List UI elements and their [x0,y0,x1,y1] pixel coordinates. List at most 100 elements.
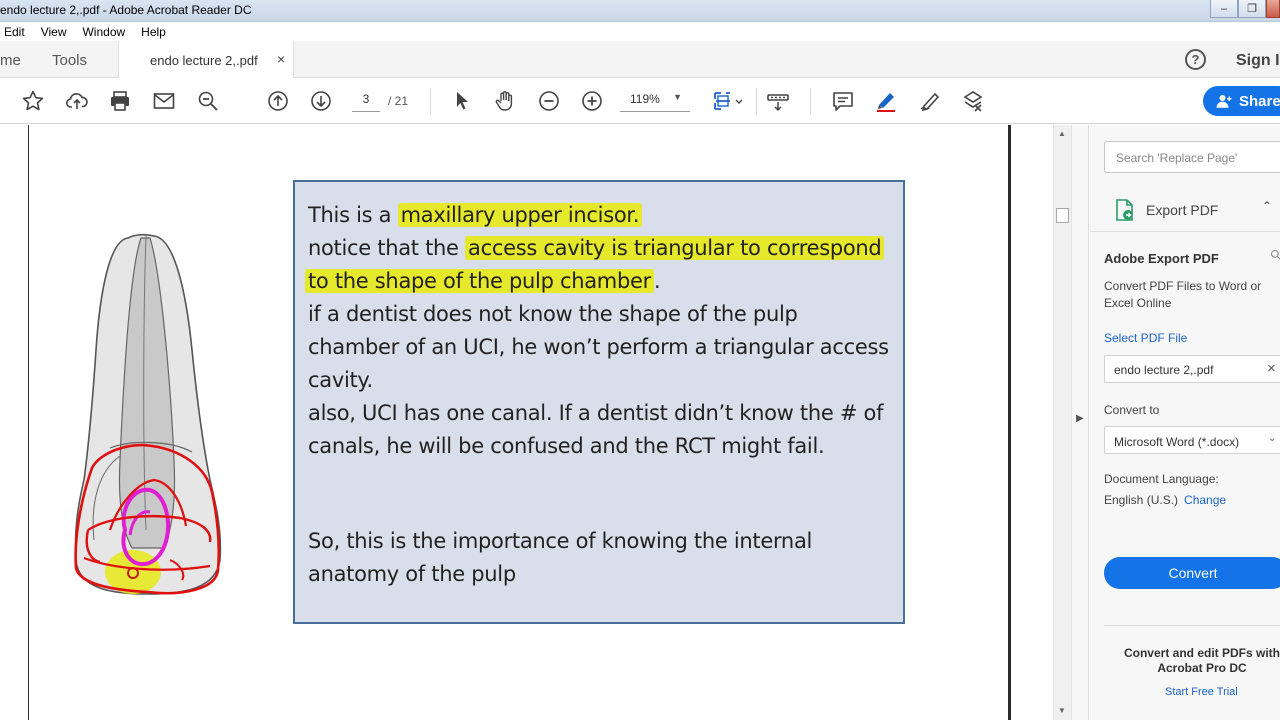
chevron-down-icon: ▼ [673,92,682,102]
restore-button[interactable]: ❐ [1238,0,1266,18]
zoom-out-icon[interactable] [536,88,562,114]
clear-file-icon[interactable]: × [1267,360,1276,377]
slide-line: notice that the access cavity is triangu… [308,232,903,265]
menu-view[interactable]: View [41,25,67,39]
email-icon[interactable] [151,88,177,114]
tab-document[interactable]: endo lecture 2,.pdf × [118,41,294,78]
change-language-link[interactable]: Change [1184,493,1226,507]
export-tool-title: Adobe Export PDF [1104,251,1219,266]
menu-help[interactable]: Help [141,25,166,39]
selected-file-field[interactable]: endo lecture 2,.pdf × [1104,355,1280,383]
zoom-dropdown[interactable]: 119% ▼ [620,92,690,112]
star-icon[interactable] [20,88,46,114]
print-icon[interactable] [107,88,133,114]
scrollbar-thumb[interactable] [1056,208,1069,223]
menu-window[interactable]: Window [82,25,125,39]
divider [1090,231,1280,232]
info-search-icon[interactable] [1270,249,1280,261]
slide-text: chamber of an UCI, he won’t perform a tr… [308,335,889,359]
scroll-down-icon[interactable]: ▼ [1058,706,1066,715]
highlighted-text[interactable]: to the shape of the pulp chamber [305,269,654,293]
tab-document-label: endo lecture 2,.pdf [150,53,258,68]
page-total: / 21 [388,94,409,108]
menu-edit[interactable]: Edit [4,25,25,39]
title-bar: endo lecture 2,.pdf - Adobe Acrobat Read… [0,0,1280,22]
sign-pen-icon[interactable] [917,88,943,114]
vertical-scrollbar[interactable]: ▲ ▼ [1053,125,1071,720]
page-border-left [28,125,29,720]
fit-page-icon[interactable] [710,88,746,114]
slide-text: canals, he will be confused and the RCT … [308,434,825,458]
slide-text: if a dentist does not know the shape of … [308,302,798,326]
export-description: Convert PDF Files to Word or Excel Onlin… [1104,279,1262,310]
document-language-label: Document Language: [1104,472,1219,486]
slide-text: cavity. [308,368,373,392]
upload-cloud-icon[interactable] [64,88,90,114]
chevron-right-icon[interactable]: ▶ [1076,413,1084,424]
slide-text-box: This is a maxillary upper incisor. notic… [293,180,905,624]
tab-bar: me Tools endo lecture 2,.pdf × ? Sign I [0,41,1280,78]
tab-home[interactable]: me [0,52,21,69]
page-number-input[interactable]: 3 [352,92,380,112]
convert-button[interactable]: Convert [1104,557,1280,589]
select-cursor-icon[interactable] [449,88,475,114]
minimize-button[interactable]: – [1210,0,1238,18]
highlight-pen-icon[interactable] [873,88,899,114]
hand-tool-icon[interactable] [492,88,518,114]
export-pdf-title: Export PDF [1146,202,1219,218]
comment-icon[interactable] [830,88,856,114]
slide-text: So, this is the importance of knowing th… [308,529,813,553]
format-value: Microsoft Word (*.docx) [1114,435,1240,449]
convert-to-label: Convert to [1104,403,1160,417]
slide-text: also, UCI has one canal. If a dentist di… [308,401,884,425]
user-add-icon [1216,95,1232,108]
selected-file-name: endo lecture 2,.pdf [1114,363,1214,377]
help-icon[interactable]: ? [1185,49,1206,70]
chevron-down-icon: ⌄ [1268,433,1277,444]
menu-bar: Edit View Window Help [0,22,1280,41]
scroll-up-icon[interactable]: ▲ [1058,129,1066,138]
promo-text: Convert and edit PDFs with Acrobat Pro D… [1123,646,1280,675]
start-free-trial-link[interactable]: Start Free Trial [1165,686,1238,698]
select-pdf-file-link[interactable]: Select PDF File [1104,331,1187,345]
more-tools-icon[interactable] [960,88,986,114]
toolbar: 3 / 21 119% ▼ [0,78,1280,124]
acrobat-window: endo lecture 2,.pdf - Adobe Acrobat Read… [0,0,1280,720]
sign-in-link[interactable]: Sign I [1236,52,1280,70]
toolbar-divider [756,88,757,114]
divider [1104,625,1280,626]
previous-page-icon[interactable] [265,88,291,114]
read-mode-icon[interactable] [765,88,791,114]
tooth-illustration [74,233,222,595]
window-controls: – ❐ [1210,0,1280,18]
search-tools-input[interactable]: Search 'Replace Page' [1104,141,1280,173]
page-gutter [1011,125,1053,720]
share-button-label: Share [1239,92,1280,110]
highlighted-text[interactable]: maxillary upper incisor. [397,203,643,227]
right-tools-pane: Search 'Replace Page' Export PDF ⌃ Adobe… [1090,125,1280,720]
format-dropdown[interactable]: Microsoft Word (*.docx) ⌄ [1104,426,1280,454]
window-title: endo lecture 2,.pdf - Adobe Acrobat Read… [0,3,252,17]
zoom-in-icon[interactable] [579,88,605,114]
next-page-icon[interactable] [308,88,334,114]
language-value: English (U.S.) [1104,493,1179,507]
slide-text: This is a [308,203,392,227]
toolbar-divider [430,88,431,114]
export-pdf-header[interactable]: Export PDF [1112,198,1218,222]
tab-tools[interactable]: Tools [52,52,87,69]
share-button[interactable]: Share [1203,86,1280,116]
document-language: English (U.S.) Change [1104,493,1226,507]
close-window-button[interactable] [1266,0,1280,18]
slide-text: notice that the [308,236,459,260]
right-pane-toggle[interactable]: ▶ [1071,125,1089,720]
chevron-up-icon[interactable]: ⌃ [1262,199,1272,213]
zoom-value: 119% [630,92,660,106]
export-pdf-icon [1116,199,1133,221]
tab-close-icon[interactable]: × [277,51,285,67]
slide-line: This is a maxillary upper incisor. [308,199,903,232]
slide-text: . [653,269,661,293]
slide-text: anatomy of the pulp [308,562,516,586]
highlighted-text[interactable]: access cavity is triangular to correspon… [465,236,885,260]
search-icon[interactable] [195,88,221,114]
